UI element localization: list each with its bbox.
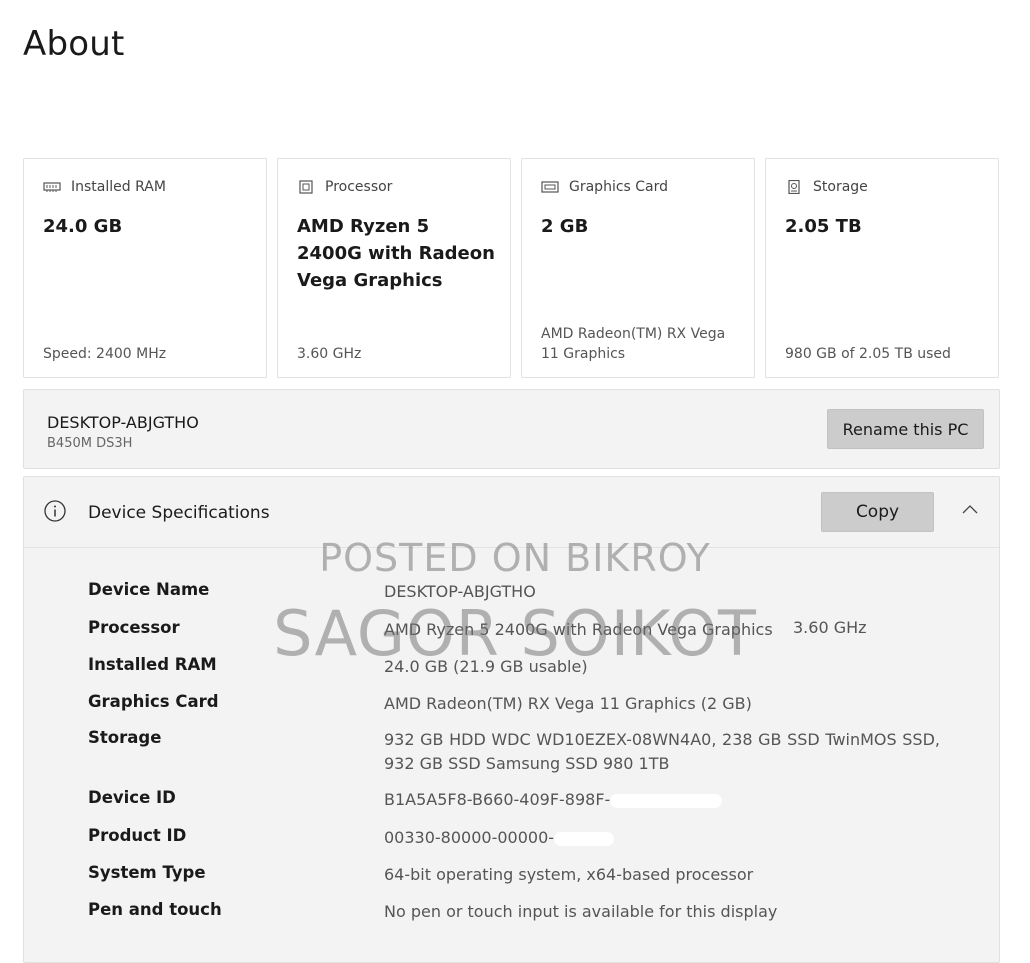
- chevron-up-icon[interactable]: [961, 503, 979, 515]
- copy-button[interactable]: Copy: [821, 492, 934, 532]
- card-graphics: Graphics Card 2 GB AMD Radeon(TM) RX Veg…: [521, 158, 755, 378]
- device-specifications-panel: Device Specifications Copy Device Name D…: [23, 476, 1000, 963]
- ram-icon: [43, 182, 61, 192]
- card-value: 24.0 GB: [43, 216, 123, 237]
- spec-value: AMD Radeon(TM) RX Vega 11 Graphics (2 GB…: [384, 694, 752, 713]
- redaction-mark: [610, 793, 723, 808]
- card-sub: 980 GB of 2.05 TB used: [785, 346, 951, 362]
- pc-name: DESKTOP-ABJGTHO: [47, 413, 199, 432]
- spec-value: No pen or touch input is available for t…: [384, 902, 778, 921]
- spec-label: Device Name: [88, 580, 210, 599]
- spec-value: DESKTOP-ABJGTHO: [384, 582, 536, 601]
- spec-label: System Type: [88, 863, 206, 882]
- card-processor: Processor AMD Ryzen 5 2400G with Radeon …: [277, 158, 511, 378]
- card-sub: AMD Radeon(TM) RX Vega 11 Graphics: [541, 326, 726, 362]
- card-value: AMD Ryzen 5 2400G with Radeon Vega Graph…: [297, 216, 495, 291]
- spec-label: Installed RAM: [88, 655, 217, 674]
- info-icon: [44, 500, 66, 522]
- card-installed-ram: Installed RAM 24.0 GB Speed: 2400 MHz: [23, 158, 267, 378]
- spec-value-clock-speed: 3.60 GHz: [793, 618, 867, 637]
- card-value: 2 GB: [541, 216, 589, 237]
- card-label: Storage: [813, 179, 868, 195]
- pc-name-bar: DESKTOP-ABJGTHO B450M DS3H Rename this P…: [23, 389, 1000, 469]
- card-sub: Speed: 2400 MHz: [43, 346, 167, 362]
- graphics-card-icon: [541, 181, 559, 193]
- pc-model: B450M DS3H: [47, 436, 133, 451]
- spec-label: Pen and touch: [88, 900, 222, 919]
- spec-value-wrap: B1A5A5F8-B660-409F-898F-: [384, 788, 940, 812]
- spec-value-wrap: 00330-80000-00000-: [384, 826, 940, 850]
- summary-cards: Installed RAM 24.0 GB Speed: 2400 MHz Pr…: [23, 158, 1000, 380]
- spec-value: 932 GB HDD WDC WD10EZEX-08WN4A0, 238 GB …: [384, 730, 940, 773]
- spec-label: Product ID: [88, 826, 187, 845]
- section-title: Device Specifications: [88, 503, 270, 523]
- device-specifications-header[interactable]: Device Specifications Copy: [24, 477, 999, 548]
- storage-icon: [788, 180, 800, 194]
- spec-label: Device ID: [88, 788, 176, 807]
- page-title: About: [23, 24, 125, 64]
- redaction-mark: [554, 831, 615, 846]
- spec-value: B1A5A5F8-B660-409F-898F-: [384, 790, 611, 809]
- spec-label: Storage: [88, 728, 162, 747]
- card-value: 2.05 TB: [785, 216, 862, 237]
- spec-value: 00330-80000-00000-: [384, 828, 555, 847]
- rename-pc-button[interactable]: Rename this PC: [827, 409, 984, 449]
- spec-value: 24.0 GB (21.9 GB usable): [384, 657, 588, 676]
- card-label: Installed RAM: [71, 179, 166, 195]
- spec-value: 64-bit operating system, x64-based proce…: [384, 865, 754, 884]
- card-sub: 3.60 GHz: [297, 346, 362, 362]
- spec-label: Processor: [88, 618, 180, 637]
- card-storage: Storage 2.05 TB 980 GB of 2.05 TB used: [765, 158, 999, 378]
- card-label: Processor: [325, 179, 393, 195]
- card-label: Graphics Card: [569, 179, 669, 195]
- processor-icon: [299, 180, 313, 194]
- spec-label: Graphics Card: [88, 692, 219, 711]
